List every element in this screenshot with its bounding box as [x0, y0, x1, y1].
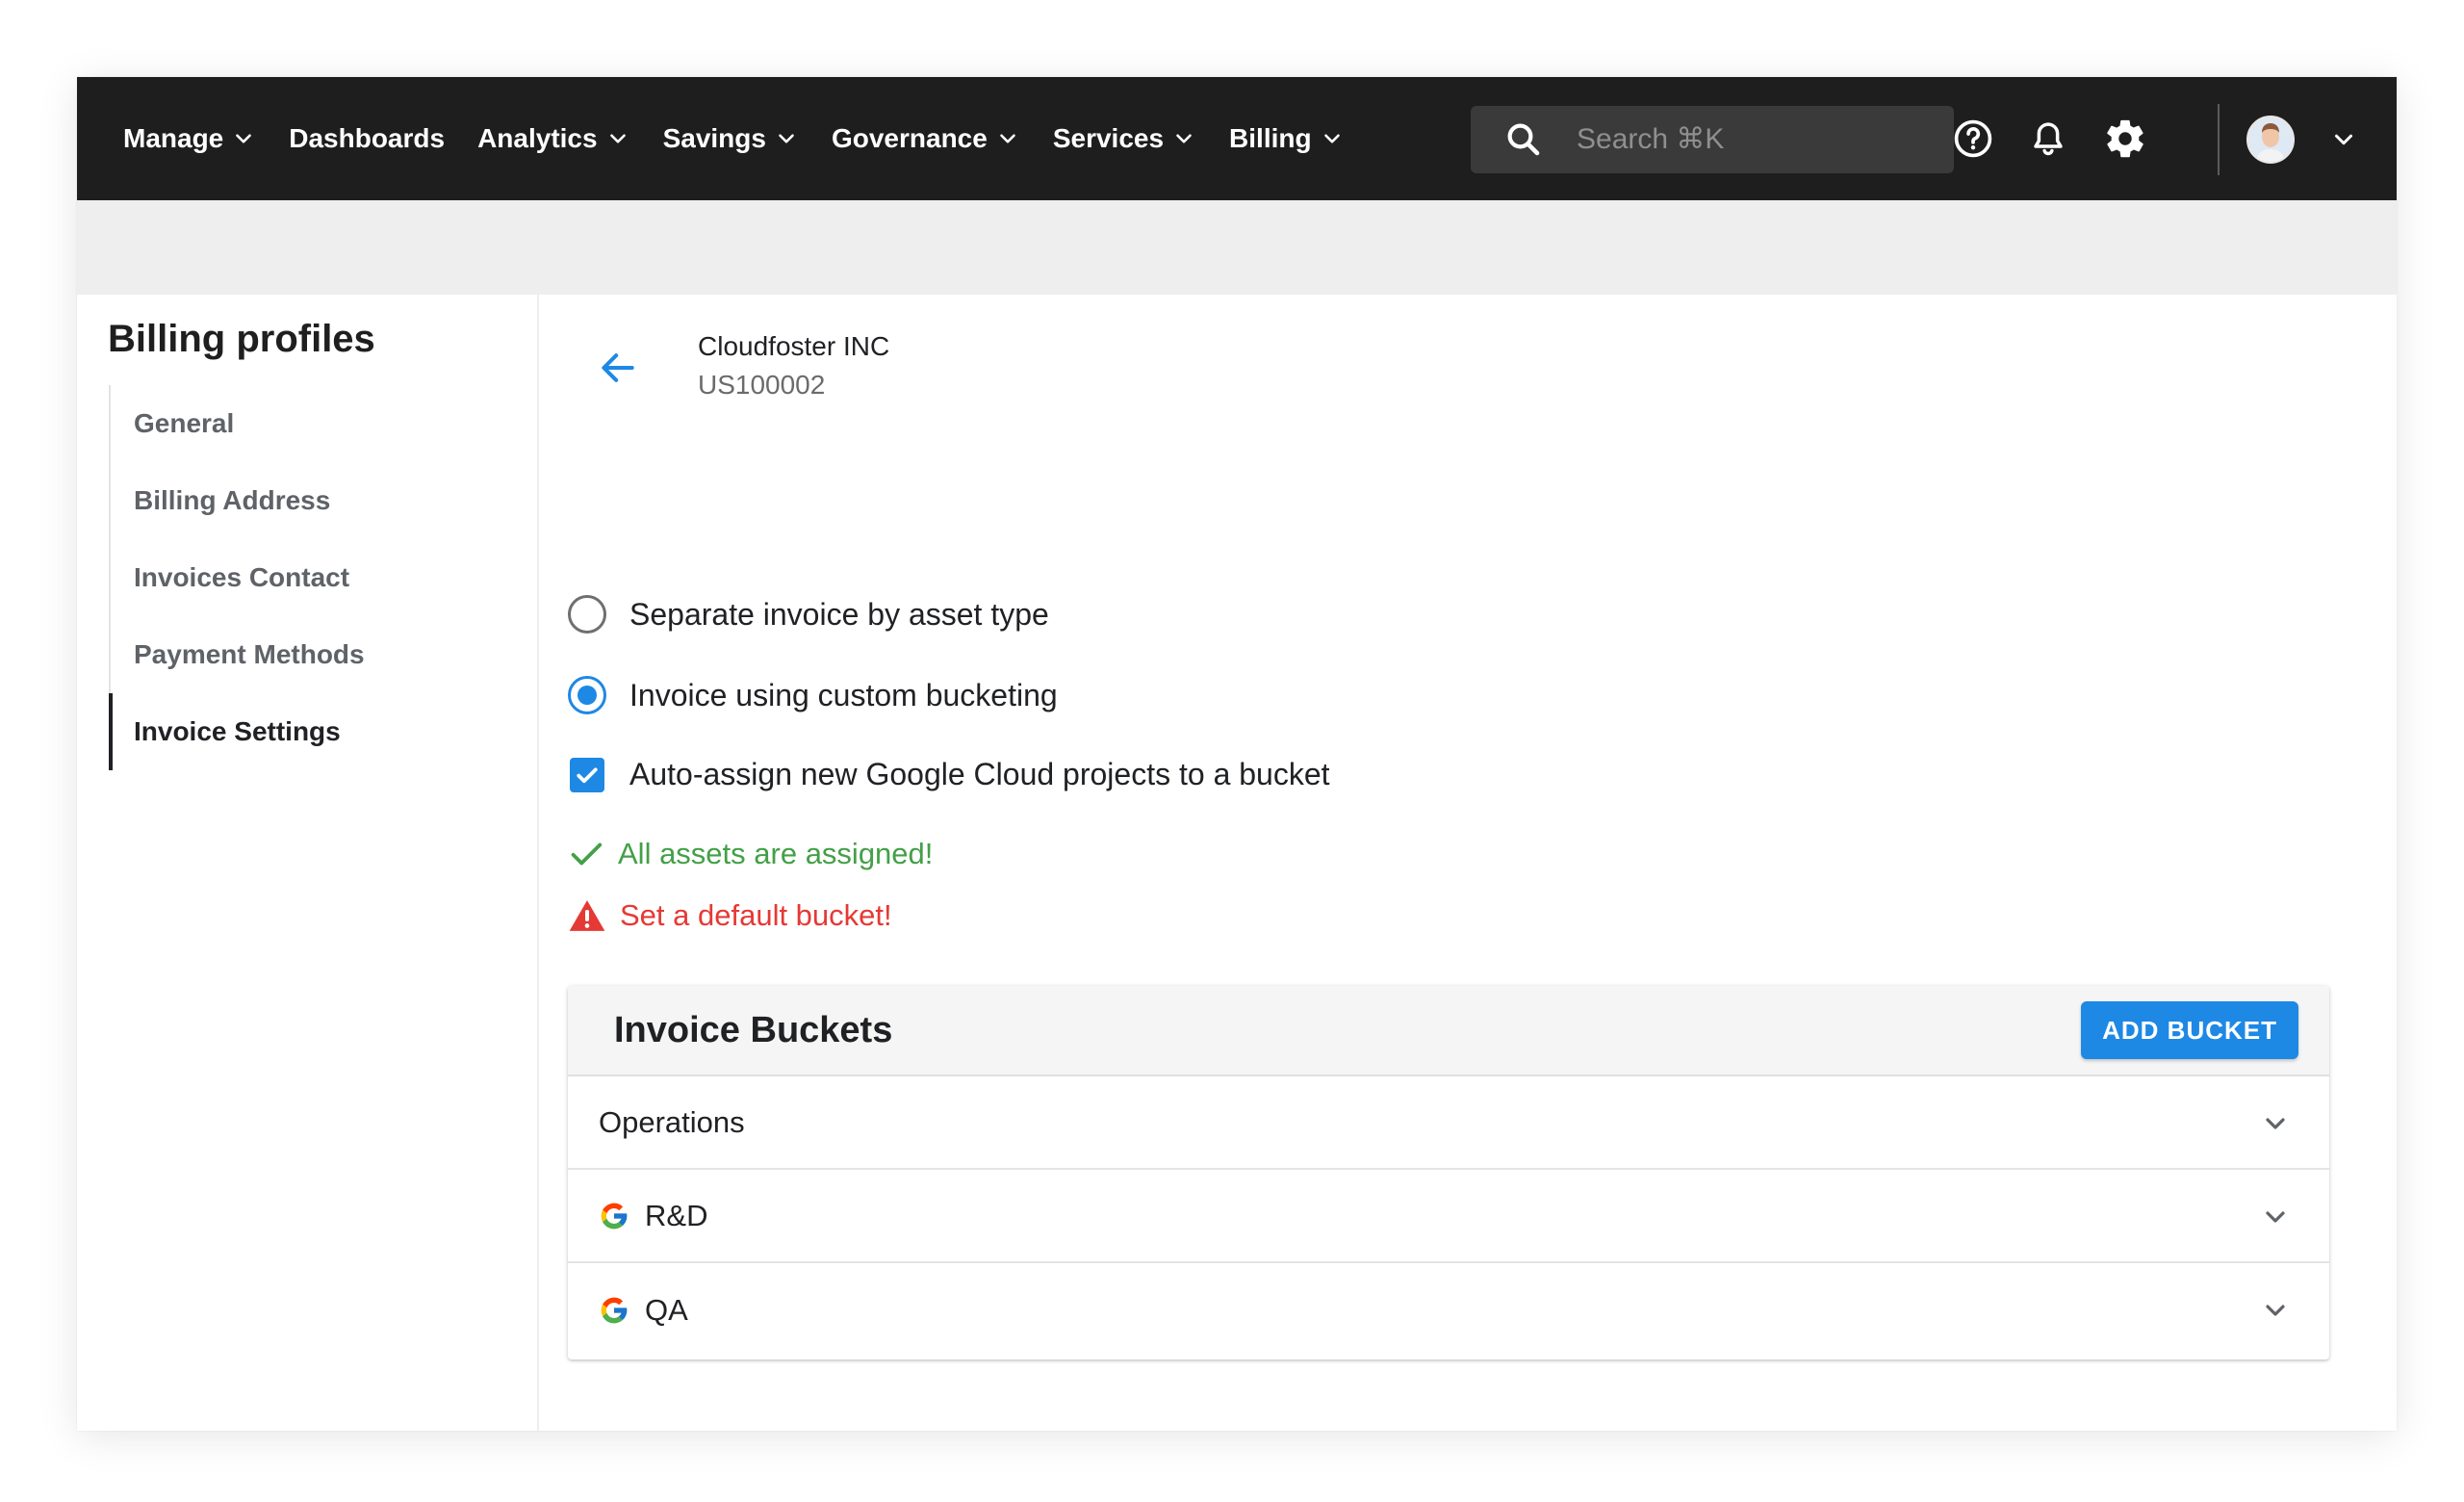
nav-label: Dashboards: [289, 123, 446, 153]
nav-label: Manage: [123, 123, 224, 153]
radio-unselected[interactable]: [568, 595, 606, 634]
user-avatar-icon: [2248, 117, 2293, 162]
chevron-down-icon[interactable]: [2260, 1295, 2291, 1326]
notifications-button[interactable]: [2025, 116, 2071, 162]
bucket-row-operations[interactable]: Operations: [568, 1076, 2329, 1170]
nav-label: Savings: [662, 123, 766, 153]
nav-menu: Manage Dashboards Analytics Savings Gove…: [123, 123, 1377, 154]
nav-item-savings[interactable]: Savings: [663, 123, 799, 154]
nav-item-billing[interactable]: Billing: [1229, 123, 1345, 154]
top-nav: Manage Dashboards Analytics Savings Gove…: [77, 77, 2397, 200]
option-label: Separate invoice by asset type: [629, 596, 1049, 632]
org-name: Cloudfoster INC: [698, 331, 890, 361]
bucket-label: Operations: [599, 1104, 745, 1139]
sidebar-nav: General Billing Address Invoices Contact…: [109, 385, 513, 770]
nav-item-services[interactable]: Services: [1053, 123, 1196, 154]
checkmark-icon: [571, 842, 603, 866]
bell-icon: [2034, 122, 2063, 156]
add-bucket-button[interactable]: ADD BUCKET: [2081, 1001, 2298, 1059]
help-button[interactable]: [1950, 116, 1996, 162]
help-circle-icon: [1954, 119, 1992, 158]
success-status: All assets are assigned!: [568, 836, 933, 872]
chevron-down-icon: [609, 134, 626, 143]
search-icon: [1507, 123, 1540, 156]
subheader-band: [77, 200, 2397, 295]
chevron-down-icon[interactable]: [2260, 1108, 2291, 1139]
nav-item-analytics[interactable]: Analytics: [477, 123, 630, 154]
nav-item-dashboards[interactable]: Dashboards: [289, 123, 445, 154]
search-bar[interactable]: [1471, 106, 1954, 173]
chevron-down-icon[interactable]: [2329, 125, 2358, 154]
warning-status: Set a default bucket!: [568, 897, 892, 934]
custom-bucketing-option[interactable]: Invoice using custom bucketing: [568, 676, 1058, 714]
auto-assign-checkbox[interactable]: [570, 757, 604, 792]
nav-label: Analytics: [477, 123, 598, 153]
sidebar-title: Billing profiles: [108, 318, 375, 360]
option-label: Auto-assign new Google Cloud projects to…: [629, 757, 1330, 791]
avatar[interactable]: [2246, 116, 2295, 164]
nav-label: Billing: [1229, 123, 1312, 153]
sidebar-item-billing-address[interactable]: Billing Address: [111, 462, 513, 539]
buckets-header: Invoice Buckets ADD BUCKET: [568, 986, 2329, 1076]
sidebar-item-invoice-settings[interactable]: Invoice Settings: [109, 693, 513, 770]
app-window: Manage Dashboards Analytics Savings Gove…: [77, 77, 2397, 1431]
chevron-down-icon: [1323, 134, 1340, 143]
bucket-row-qa[interactable]: QA: [568, 1263, 2329, 1357]
bucket-label: R&D: [645, 1198, 708, 1232]
bucket-label: QA: [645, 1292, 688, 1327]
back-arrow-icon[interactable]: [597, 347, 639, 389]
settings-button[interactable]: [2102, 116, 2148, 162]
chevron-down-icon: [236, 134, 252, 143]
buckets-title: Invoice Buckets: [614, 1009, 893, 1050]
success-text: All assets are assigned!: [618, 837, 934, 870]
org-id: US100002: [698, 370, 826, 400]
warning-text: Set a default bucket!: [620, 898, 892, 932]
sidebar-item-invoices-contact[interactable]: Invoices Contact: [111, 539, 513, 616]
sidebar-item-payment-methods[interactable]: Payment Methods: [111, 616, 513, 693]
bucket-row-rnd[interactable]: R&D: [568, 1170, 2329, 1263]
google-icon: [601, 1203, 628, 1229]
sidebar: Billing profiles General Billing Address…: [77, 295, 537, 1431]
chevron-down-icon: [1176, 134, 1192, 143]
gear-icon: [2107, 119, 2143, 158]
chevron-down-icon: [779, 134, 794, 143]
auto-assign-option[interactable]: Auto-assign new Google Cloud projects to…: [568, 757, 1330, 792]
search-input[interactable]: [1577, 123, 1923, 156]
sidebar-item-general[interactable]: General: [111, 385, 513, 462]
chevron-down-icon[interactable]: [2260, 1202, 2291, 1232]
google-icon: [601, 1297, 628, 1323]
main-content: Cloudfoster INC US100002 Separate invoic…: [539, 295, 2363, 1431]
radio-selected[interactable]: [568, 676, 606, 714]
invoice-buckets-card: Invoice Buckets ADD BUCKET Operations R&…: [568, 986, 2329, 1360]
chevron-down-icon: [1000, 134, 1015, 143]
option-label: Invoice using custom bucketing: [629, 677, 1058, 712]
nav-label: Governance: [831, 123, 988, 153]
warning-triangle-icon: [569, 900, 605, 931]
nav-label: Services: [1052, 123, 1165, 153]
separate-invoice-option[interactable]: Separate invoice by asset type: [568, 595, 1049, 634]
toolbar-divider: [2218, 104, 2220, 175]
check-icon: [577, 767, 598, 783]
nav-item-manage[interactable]: Manage: [123, 123, 256, 154]
nav-item-governance[interactable]: Governance: [832, 123, 1020, 154]
